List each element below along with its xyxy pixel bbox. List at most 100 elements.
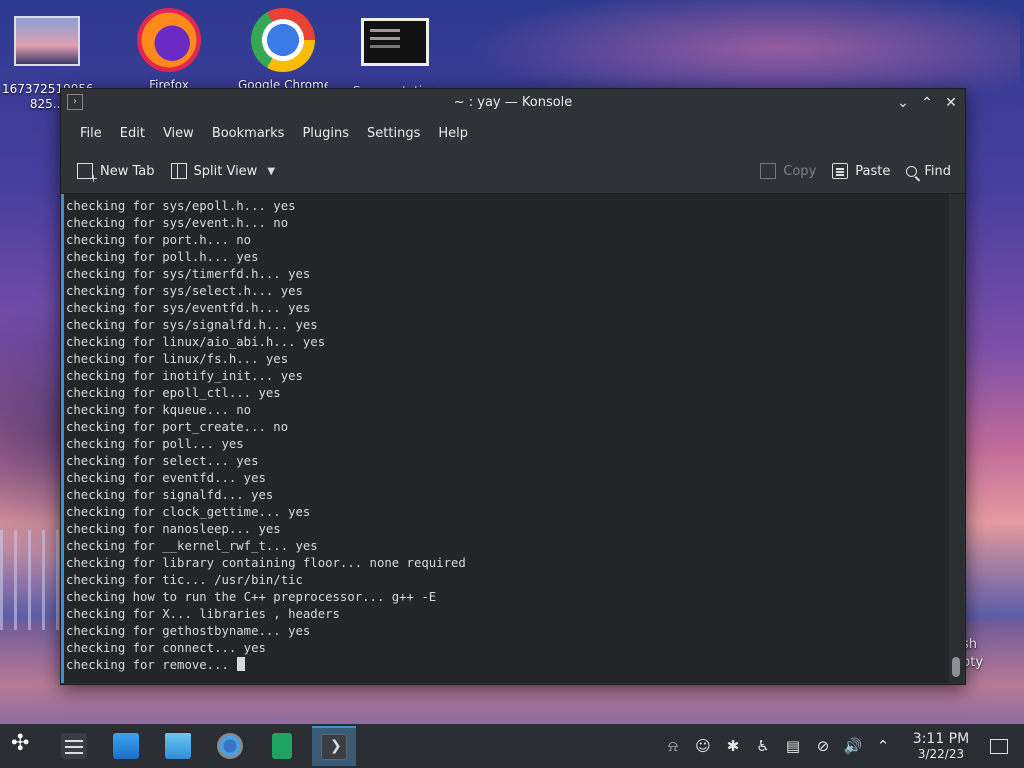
menu-file[interactable]: File [71, 126, 111, 141]
terminal-line: checking for select... yes [66, 454, 259, 468]
minimize-button[interactable]: ⌄ [893, 93, 913, 113]
terminal-line: checking for sys/select.h... yes [66, 284, 303, 298]
accessibility-icon[interactable]: ♿ [748, 737, 778, 755]
user-icon[interactable]: ☺ [688, 737, 718, 755]
clipboard-icon[interactable]: ▤ [778, 737, 808, 755]
chevron-up-icon[interactable]: ⌃ [868, 737, 898, 755]
find-button[interactable]: Find [898, 156, 959, 186]
application-launcher-button[interactable] [0, 726, 44, 766]
terminal-line: checking for connect... yes [66, 641, 266, 655]
show-desktop-button[interactable] [990, 738, 1008, 754]
konsole-window: › ~ : yay — Konsole ⌄ ⌃ ✕ File Edit View… [60, 88, 966, 685]
taskbar-konsole[interactable] [312, 726, 356, 766]
desktop-icon-segmentation[interactable]: Segmentation [350, 8, 440, 99]
find-label: Find [924, 163, 951, 179]
launcher-icon [9, 731, 35, 759]
terminal-line: checking for tic... /usr/bin/tic [66, 573, 303, 587]
settings-globe-icon [217, 733, 243, 759]
network-muted-icon[interactable]: ⊘ [808, 737, 838, 755]
taskbar-spreadsheet[interactable] [260, 726, 304, 766]
menu-view[interactable]: View [154, 126, 203, 141]
menu-bookmarks[interactable]: Bookmarks [203, 126, 294, 141]
clock-time: 3:11 PM [912, 731, 970, 747]
terminal-line: checking for sys/epoll.h... yes [66, 199, 296, 213]
clock[interactable]: 3:11 PM 3/22/23 [902, 731, 980, 761]
bluetooth-icon[interactable]: ✱ [718, 737, 748, 755]
terminal-line: checking for nanosleep... yes [66, 522, 281, 536]
chevron-down-icon[interactable]: ▼ [267, 166, 275, 177]
menu-plugins[interactable]: Plugins [293, 126, 358, 141]
split-view-label: Split View [193, 163, 258, 179]
menu-edit[interactable]: Edit [111, 126, 154, 141]
new-tab-icon [77, 163, 98, 185]
folder-icon [165, 733, 191, 759]
split-view-icon [170, 163, 187, 179]
terminal-line: checking for poll... yes [66, 437, 244, 451]
chrome-icon [251, 8, 315, 72]
copy-icon [760, 163, 777, 179]
maximize-button[interactable]: ⌃ [917, 93, 937, 113]
new-tab-label: New Tab [100, 163, 155, 179]
scrollbar-thumb[interactable] [952, 657, 960, 677]
terminal-line: checking for kqueue... no [66, 403, 252, 417]
firefox-icon [137, 8, 201, 72]
konsole-icon [321, 734, 347, 760]
terminal-line: checking for port_create... no [66, 420, 289, 434]
taskbar: ⍾ ☺ ✱ ♿ ▤ ⊘ 🔊 ⌃ 3:11 PM 3/22/23 [0, 724, 1024, 768]
terminal-line: checking for epoll_ctl... yes [66, 386, 281, 400]
video-file-icon [361, 18, 429, 66]
desktop-icon-firefox[interactable]: Firefox [124, 8, 214, 93]
terminal-line: checking for linux/fs.h... yes [66, 352, 289, 366]
terminal-line: checking for signalfd... yes [66, 488, 274, 502]
terminal-line: checking for linux/aio_abi.h... yes [66, 335, 326, 349]
terminal-line-text: checking for remove... [66, 658, 237, 672]
terminal-line: checking for library containing floor...… [66, 556, 466, 570]
split-view-button[interactable]: Split View ▼ [163, 156, 284, 186]
terminal-scrollbar[interactable] [949, 194, 964, 683]
terminal-line: checking for poll.h... yes [66, 250, 259, 264]
notifications-icon[interactable]: ⍾ [658, 737, 688, 755]
spreadsheet-icon [272, 733, 292, 759]
toolbar: New Tab Split View ▼ Copy Paste Find [61, 149, 965, 194]
sliders-icon [61, 733, 87, 759]
terminal-line: checking for X... libraries , headers [66, 607, 340, 621]
terminal-view[interactable]: checking for sys/epoll.h... yes checking … [61, 194, 949, 683]
desktop-icon-google-chrome[interactable]: Google Chrome [238, 8, 328, 93]
window-title: ~ : yay — Konsole [453, 95, 573, 110]
menu-settings[interactable]: Settings [358, 126, 429, 141]
terminal-line: checking for clock_gettime... yes [66, 505, 311, 519]
paste-label: Paste [855, 163, 891, 179]
terminal-line: checking for __kernel_rwf_t... yes [66, 539, 318, 553]
paste-button[interactable]: Paste [824, 156, 898, 186]
menu-help[interactable]: Help [429, 126, 477, 141]
terminal-line: checking for gethostbyname... yes [66, 624, 311, 638]
search-icon [906, 165, 918, 177]
terminal-line: checking for port.h... no [66, 233, 252, 247]
copy-button[interactable]: Copy [752, 156, 824, 186]
terminal-line: checking for sys/timerfd.h... yes [66, 267, 311, 281]
terminal-line: checking for sys/eventfd.h... yes [66, 301, 311, 315]
system-tray: ⍾ ☺ ✱ ♿ ▤ ⊘ 🔊 ⌃ 3:11 PM 3/22/23 [658, 731, 1024, 761]
terminal-line: checking how to run the C++ preprocessor… [66, 590, 437, 604]
volume-icon[interactable]: 🔊 [838, 737, 868, 755]
copy-label: Copy [783, 163, 817, 179]
terminal-line: checking for sys/event.h... no [66, 216, 289, 230]
text-cursor [237, 657, 246, 671]
taskbar-discover[interactable] [104, 726, 148, 766]
menu-bar: File Edit View Bookmarks Plugins Setting… [61, 117, 965, 149]
terminal-line: checking for inotify_init... yes [66, 369, 303, 383]
toolbar-right-group: Copy Paste Find [752, 156, 965, 186]
close-button[interactable]: ✕ [941, 93, 961, 113]
clock-date: 3/22/23 [917, 747, 965, 761]
taskbar-dolphin[interactable] [156, 726, 200, 766]
taskbar-settings[interactable] [208, 726, 252, 766]
terminal-line: checking for sys/signalfd.h... yes [66, 318, 318, 332]
taskbar-system-settings[interactable] [52, 726, 96, 766]
store-icon [113, 733, 139, 759]
paste-icon [832, 163, 849, 179]
new-tab-button[interactable]: New Tab [69, 156, 163, 186]
terminal-last-line: checking for remove... [66, 657, 949, 674]
terminal-output: checking for sys/epoll.h... yes checking … [64, 194, 949, 674]
window-titlebar[interactable]: › ~ : yay — Konsole ⌄ ⌃ ✕ [61, 89, 965, 117]
terminal-line: checking for eventfd... yes [66, 471, 266, 485]
